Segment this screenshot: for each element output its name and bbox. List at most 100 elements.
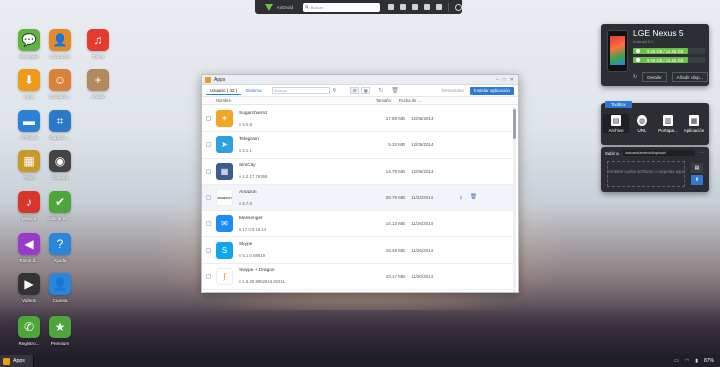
desktop-icon-label: Captura ... <box>49 135 71 140</box>
app-row[interactable]: ➤ Telegram v 2.1.1 5.33 MB 12/05/2014 <box>202 132 514 159</box>
desktop-icon[interactable]: ? Ayuda <box>36 233 84 263</box>
taskbar: Apps ▭ ◠ ▮ 87% <box>0 355 720 367</box>
app-row[interactable]: ✶ Sugarcharmz v 5.0.8 17.89 MB 12/05/2014 <box>202 106 514 133</box>
system-tray: ▭ ◠ ▮ 87% <box>674 358 720 364</box>
app-version: v 5.1.0.58619 <box>239 253 266 259</box>
app-name: Telegram <box>239 136 259 142</box>
settings-icon[interactable] <box>436 4 443 10</box>
apps-search-input[interactable]: Buscar <box>271 87 330 94</box>
column-name[interactable]: Nombre <box>216 98 231 103</box>
app-icon: ▦ <box>216 162 233 180</box>
close-icon[interactable]: ✕ <box>510 77 514 83</box>
apps-scrollbar[interactable] <box>513 107 516 292</box>
app-size: 23.17 MB <box>385 273 405 279</box>
row-checkbox[interactable] <box>206 247 211 253</box>
app-icon: S <box>216 241 233 259</box>
detail-button[interactable]: Detalle <box>642 72 667 82</box>
apps-toolbar: Usuario ( 42 ) Sistema Buscar ⚲ ☰ ▦ ↻ 🗑 … <box>202 85 518 97</box>
maximize-icon[interactable]: □ <box>503 77 506 83</box>
desktop-icon[interactable]: ♫ Tonos <box>74 29 122 59</box>
app-row[interactable]: ▦ SimCity v 1.2.17.76369 14.79 MB 12/05/2014 <box>202 159 514 185</box>
download-icon[interactable]: ⭳ <box>460 194 462 203</box>
row-checkbox[interactable] <box>206 168 211 174</box>
storage-text-sd: 9.49 GB / 12.55 GB <box>647 57 684 63</box>
toolbox-app-label: Aplicación <box>683 128 705 133</box>
battery-level: 87% <box>703 358 714 364</box>
add-device-button[interactable]: Añadir disp... <box>671 72 709 82</box>
desktop-icon-label: Tonos <box>91 54 105 59</box>
taskbar-apps-item[interactable]: Apps <box>0 355 34 367</box>
desktop-icon[interactable]: ✔ Ubicar el ... <box>36 191 84 221</box>
desktop-icon[interactable]: ◉ Cámara <box>36 150 84 180</box>
app-icon: ✉ <box>216 215 233 233</box>
toolbox-url-label: URL <box>637 128 647 133</box>
uninstall-button[interactable]: Desinstalar <box>441 88 464 93</box>
app-name: Swype + Dragon <box>239 268 275 274</box>
app-row[interactable]: ʃ Swype + Dragon v 1.6.29.9952816.92211 23.… <box>202 264 514 291</box>
row-checkbox[interactable] <box>206 116 211 122</box>
row-checkbox[interactable] <box>206 195 211 201</box>
connection-icon[interactable] <box>388 4 395 10</box>
app-size: 18.48 MB <box>385 247 405 253</box>
power-icon[interactable] <box>455 3 463 11</box>
tab-system-apps[interactable]: Sistema <box>241 87 265 94</box>
window-controls: – □ ✕ <box>496 77 518 83</box>
info-icon[interactable] <box>412 4 419 10</box>
minimize-icon[interactable]: – <box>496 77 499 83</box>
apps-window-titlebar[interactable]: Apps – □ ✕ <box>202 75 518 85</box>
upload-file-icon[interactable]: ▤ <box>691 163 703 173</box>
app-date: 12/05/2014 <box>411 168 434 174</box>
app-row[interactable]: ✉ Messenger v 17.0.0.16.14 14.13 MB 11/26/20… <box>202 211 514 238</box>
app-icon: ➤ <box>216 136 233 154</box>
search-icon[interactable]: ⚲ <box>333 88 337 94</box>
sd-card-icon <box>636 58 640 62</box>
screen-icon[interactable]: ▭ <box>674 358 679 364</box>
refresh-device-icon[interactable]: ↻ <box>633 74 637 80</box>
desktop-icon[interactable]: 👤 Cuenta <box>36 273 84 303</box>
refresh-icon[interactable]: ↻ <box>378 87 383 94</box>
desktop-app-icon: ⌗ <box>49 110 71 132</box>
toolbox-app[interactable]: ▦ Aplicación <box>681 114 707 133</box>
row-checkbox[interactable] <box>206 273 211 279</box>
app-row[interactable]: amazon Amazon v 5.7.8 28.79 MB 11/22/2014 ⭳ 🗑 <box>202 184 514 212</box>
grid-view-icon[interactable]: ▦ <box>361 87 371 94</box>
delete-icon[interactable]: 🗑 <box>470 194 477 203</box>
row-actions: ⭳ 🗑 <box>460 194 477 203</box>
toolbox-clipboard-label: Portapa... <box>658 128 678 133</box>
keyboard-icon[interactable] <box>400 4 407 10</box>
notification-icon[interactable] <box>424 4 431 10</box>
toolbox-url[interactable]: ◍ URL <box>629 114 655 133</box>
column-size[interactable]: Tamaño <box>376 98 391 103</box>
row-checkbox[interactable] <box>206 142 211 148</box>
drop-zone[interactable]: Arrastre suelte archivos o carpetas aquí <box>607 161 685 187</box>
scrollbar-thumb[interactable] <box>513 109 516 139</box>
app-size: 14.79 MB <box>385 168 405 174</box>
desktop-app-icon: 👤 <box>49 29 71 51</box>
toolbox-header: Toolbox <box>605 101 632 108</box>
tab-user-apps[interactable]: Usuario ( 42 ) <box>206 87 242 95</box>
desktop-icon[interactable]: + Añadir <box>74 69 122 99</box>
desktop-app-icon: ★ <box>49 316 71 338</box>
list-view-icon[interactable]: ☰ <box>350 87 360 94</box>
upload-panel: Subir a /sdcard/android/upload ··· Arras… <box>601 147 709 192</box>
toolbar-divider <box>448 2 450 12</box>
toolbox-clipboard[interactable]: ▥ Portapa... <box>655 114 681 133</box>
toolbox-file[interactable]: ▤ Archivo <box>603 114 629 133</box>
more-icon[interactable]: ··· <box>699 150 704 156</box>
install-app-button[interactable]: Instalar aplicación <box>469 86 514 95</box>
desktop-icon[interactable]: ⌗ Captura ... <box>36 110 84 140</box>
app-version: v 1.6.29.9952816.92211 <box>239 279 286 285</box>
app-row[interactable]: S Skype v 5.1.0.58619 18.48 MB 11/26/2014 <box>202 237 514 264</box>
app-version: v 5.0.8 <box>239 121 252 127</box>
desktop-icon-label: Cuenta <box>52 298 68 303</box>
trash-icon[interactable]: 🗑 <box>391 87 399 94</box>
upload-folder-icon[interactable]: ⬆ <box>691 175 703 185</box>
desktop-icon[interactable]: ★ Premium <box>36 316 84 346</box>
wifi-icon: ◠ <box>684 358 690 364</box>
global-search-input[interactable]: Buscar <box>302 2 381 12</box>
upload-path-field[interactable]: /sdcard/android/upload <box>623 150 695 156</box>
row-checkbox[interactable] <box>206 221 211 227</box>
app-icon: ʃ <box>216 267 233 285</box>
column-date[interactable]: Fecha de ... <box>399 98 421 103</box>
desktop-app-icon: ? <box>49 233 71 255</box>
